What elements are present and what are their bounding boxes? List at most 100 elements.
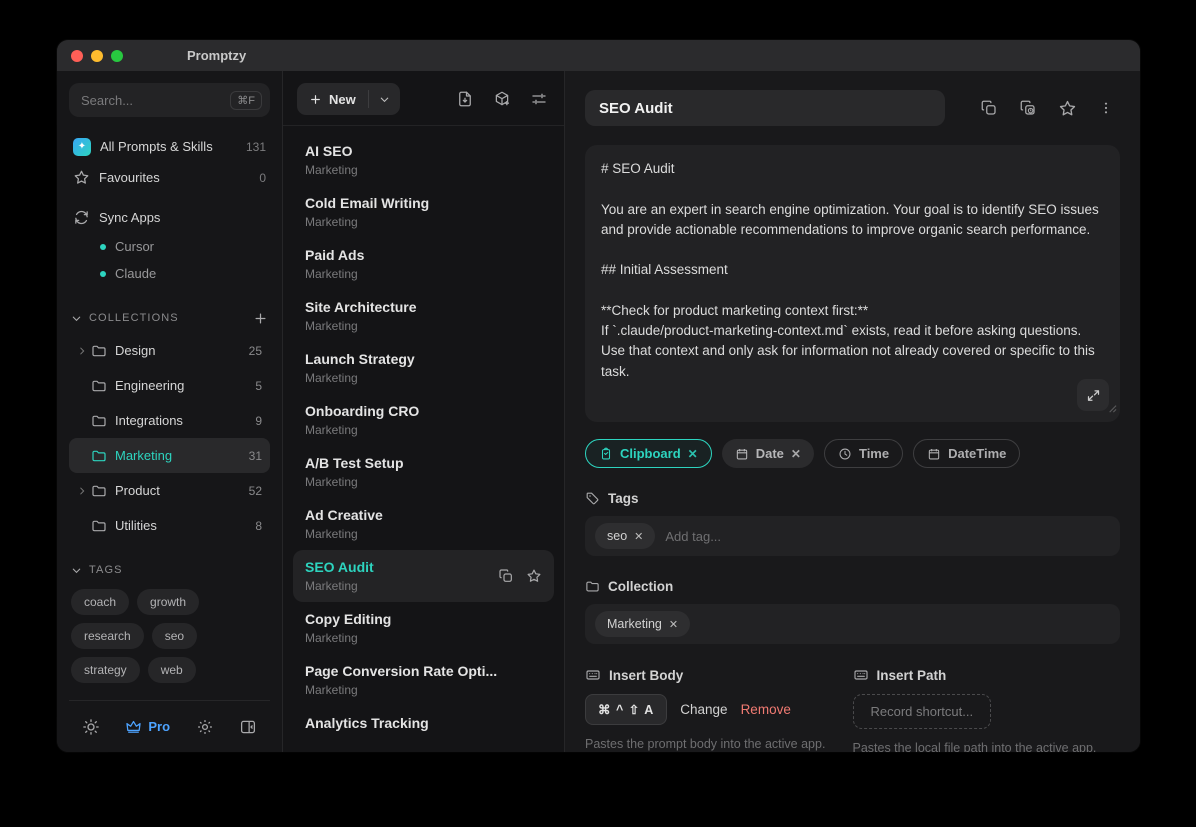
sidebar-item-all-prompts[interactable]: ✦ All Prompts & Skills 131 bbox=[69, 131, 270, 162]
zoom-window-button[interactable] bbox=[111, 50, 123, 62]
section-title: COLLECTIONS bbox=[89, 312, 246, 324]
collection-box[interactable]: Marketing ✕ bbox=[585, 604, 1120, 644]
copy-body-icon[interactable] bbox=[980, 99, 998, 118]
insert-path-section: Insert Path Record shortcut... Pastes th… bbox=[853, 667, 1121, 752]
collection-integrations[interactable]: Integrations 9 bbox=[69, 403, 270, 438]
collection-label: Engineering bbox=[115, 378, 255, 393]
crown-icon bbox=[125, 718, 142, 735]
copy-processed-icon[interactable] bbox=[1019, 99, 1037, 118]
list-item[interactable]: Paid AdsMarketing bbox=[293, 238, 554, 290]
sync-app-claude[interactable]: Claude bbox=[69, 260, 270, 287]
sidebar-tag-cloud: coach growth research seo strategy web bbox=[69, 589, 270, 683]
datetime-chip[interactable]: DateTime bbox=[913, 439, 1020, 468]
import-file-icon[interactable] bbox=[456, 90, 474, 108]
status-dot bbox=[100, 271, 106, 277]
prompt-title: Copy Editing bbox=[305, 611, 542, 627]
item-count: 0 bbox=[259, 171, 266, 185]
list-item[interactable]: Cold Email WritingMarketing bbox=[293, 186, 554, 238]
minimize-window-button[interactable] bbox=[91, 50, 103, 62]
collection-marketing[interactable]: Marketing 31 bbox=[69, 438, 270, 473]
prompt-title: Cold Email Writing bbox=[305, 195, 542, 211]
prompt-title-input[interactable] bbox=[585, 90, 945, 126]
pro-button[interactable]: Pro bbox=[125, 718, 170, 735]
keyboard-icon bbox=[585, 667, 601, 683]
collection-utilities[interactable]: Utilities 8 bbox=[69, 508, 270, 543]
remove-chip-icon[interactable]: ✕ bbox=[791, 447, 801, 461]
prompt-title: SEO Audit bbox=[305, 559, 498, 575]
search-field[interactable]: ⌘F bbox=[69, 83, 270, 117]
prompt-title: AI SEO bbox=[305, 143, 542, 159]
search-input[interactable] bbox=[81, 93, 230, 108]
collection-design[interactable]: Design 25 bbox=[69, 333, 270, 368]
collections-header[interactable]: COLLECTIONS bbox=[69, 307, 270, 329]
remove-chip-icon[interactable]: ✕ bbox=[688, 447, 698, 461]
record-shortcut-button[interactable]: Record shortcut... bbox=[853, 694, 992, 729]
collection-product[interactable]: Product 52 bbox=[69, 473, 270, 508]
tags-input-box[interactable]: seo ✕ bbox=[585, 516, 1120, 556]
sidebar-item-sync-apps[interactable]: Sync Apps bbox=[69, 202, 270, 233]
resize-handle[interactable] bbox=[1106, 399, 1117, 419]
time-chip[interactable]: Time bbox=[824, 439, 903, 468]
close-window-button[interactable] bbox=[71, 50, 83, 62]
tag-growth[interactable]: growth bbox=[137, 589, 199, 615]
gear-icon[interactable] bbox=[196, 718, 214, 736]
list-item[interactable]: Page Conversion Rate Opti...Marketing bbox=[293, 654, 554, 706]
tag-coach[interactable]: coach bbox=[71, 589, 129, 615]
copy-icon[interactable] bbox=[498, 568, 514, 584]
collection-engineering[interactable]: Engineering 5 bbox=[69, 368, 270, 403]
collection-label: Design bbox=[115, 343, 249, 358]
clipboard-chip[interactable]: Clipboard ✕ bbox=[585, 439, 712, 468]
sidebar-item-label: Sync Apps bbox=[99, 210, 266, 225]
insert-body-caption: Pastes the prompt body into the active a… bbox=[585, 737, 853, 751]
detail-header bbox=[585, 90, 1120, 126]
prompt-list: AI SEOMarketing Cold Email WritingMarket… bbox=[283, 126, 564, 752]
traffic-lights bbox=[71, 50, 123, 62]
list-item-selected[interactable]: SEO AuditMarketing bbox=[293, 550, 554, 602]
new-split-button: New bbox=[297, 83, 400, 115]
add-skill-package-icon[interactable] bbox=[493, 90, 511, 108]
prompt-body-editor[interactable]: # SEO Audit You are an expert in search … bbox=[585, 145, 1120, 422]
remove-collection-icon[interactable]: ✕ bbox=[669, 618, 678, 631]
collection-pill-marketing[interactable]: Marketing ✕ bbox=[595, 611, 690, 637]
change-shortcut-link[interactable]: Change bbox=[680, 702, 727, 717]
list-item[interactable]: Onboarding CROMarketing bbox=[293, 394, 554, 446]
list-item[interactable]: AI SEO Marketing bbox=[293, 134, 554, 186]
theme-toggle-sun-icon[interactable] bbox=[82, 718, 100, 736]
status-dot bbox=[100, 244, 106, 250]
filter-sliders-icon[interactable] bbox=[530, 90, 548, 108]
add-collection-button[interactable] bbox=[253, 311, 268, 326]
list-item[interactable]: Analytics Tracking bbox=[293, 706, 554, 740]
list-item[interactable]: Launch StrategyMarketing bbox=[293, 342, 554, 394]
prompt-subtitle: Marketing bbox=[305, 163, 542, 177]
list-item[interactable]: Copy EditingMarketing bbox=[293, 602, 554, 654]
date-chip[interactable]: Date ✕ bbox=[722, 439, 814, 468]
shortcut-badge[interactable]: ⌘ ^ ⇧ A bbox=[585, 694, 667, 725]
list-item[interactable]: Site ArchitectureMarketing bbox=[293, 290, 554, 342]
remove-shortcut-link[interactable]: Remove bbox=[741, 702, 791, 717]
new-dropdown-button[interactable] bbox=[369, 83, 400, 115]
favourite-star-icon[interactable] bbox=[1058, 99, 1077, 118]
tags-header[interactable]: TAGS bbox=[69, 559, 270, 581]
collection-label: Utilities bbox=[115, 518, 255, 533]
more-options-kebab-icon[interactable] bbox=[1098, 99, 1114, 118]
sidebar-collapse-icon[interactable] bbox=[239, 718, 257, 736]
prompt-subtitle: Marketing bbox=[305, 683, 542, 697]
chip-label: DateTime bbox=[948, 446, 1006, 461]
titlebar: Promptzy bbox=[57, 40, 1140, 71]
tag-research[interactable]: research bbox=[71, 623, 144, 649]
sidebar-item-favourites[interactable]: Favourites 0 bbox=[69, 162, 270, 193]
tag-web[interactable]: web bbox=[148, 657, 196, 683]
list-item[interactable]: Ad CreativeMarketing bbox=[293, 498, 554, 550]
remove-tag-icon[interactable]: ✕ bbox=[634, 530, 643, 543]
list-item[interactable]: A/B Test SetupMarketing bbox=[293, 446, 554, 498]
star-icon[interactable] bbox=[526, 568, 542, 584]
tag-seo[interactable]: seo bbox=[152, 623, 197, 649]
tag-pill-seo[interactable]: seo ✕ bbox=[595, 523, 655, 549]
add-tag-input[interactable] bbox=[665, 529, 1110, 544]
tag-strategy[interactable]: strategy bbox=[71, 657, 140, 683]
sync-app-cursor[interactable]: Cursor bbox=[69, 233, 270, 260]
clipboard-icon bbox=[599, 447, 613, 461]
new-button[interactable]: New bbox=[297, 83, 368, 115]
expand-editor-button[interactable] bbox=[1077, 379, 1109, 411]
chip-label: Time bbox=[859, 446, 889, 461]
